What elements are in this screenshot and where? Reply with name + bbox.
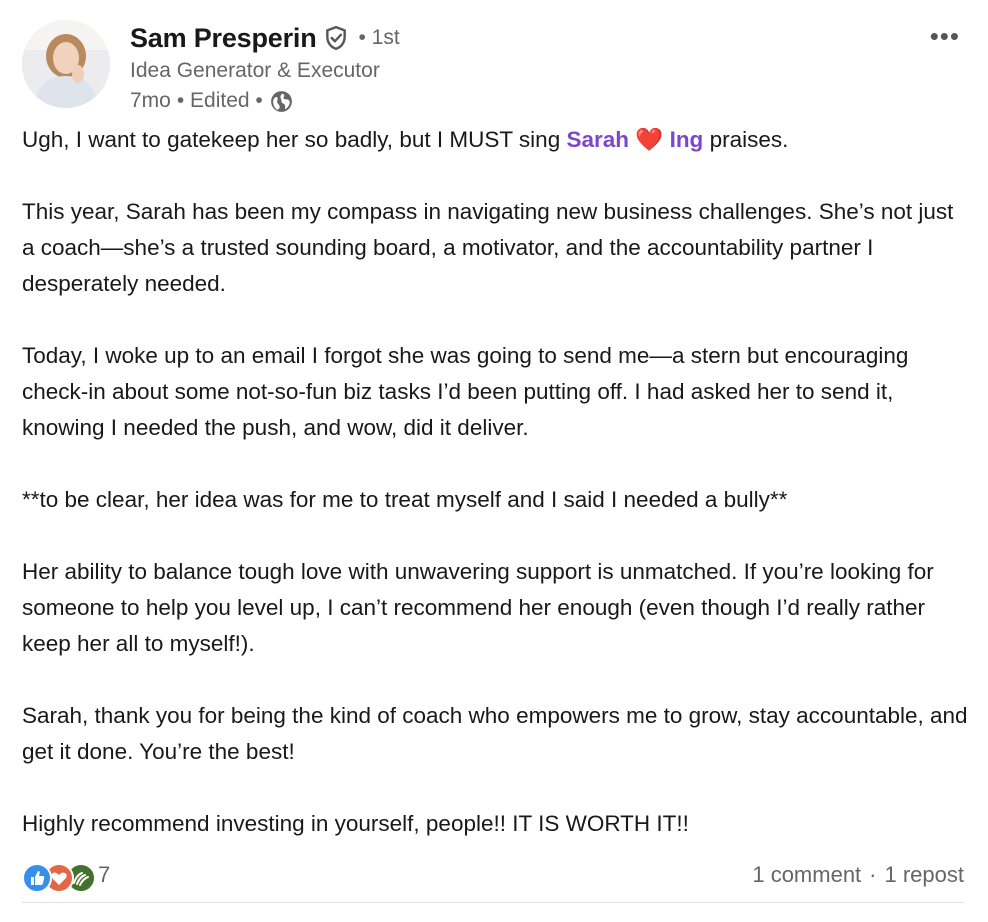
post-paragraph: This year, Sarah has been my compass in … — [22, 199, 954, 296]
post-paragraph: Today, I woke up to an email I forgot sh… — [22, 343, 909, 440]
post-paragraph: Her ability to balance tough love with u… — [22, 559, 934, 656]
reaction-icons — [22, 861, 96, 893]
post-paragraph: **to be clear, her idea was for me to tr… — [22, 487, 788, 512]
author-name-row: Sam Presperin • 1st — [130, 20, 400, 56]
post-intro: Ugh, I want to gatekeep her so badly, bu… — [22, 122, 968, 158]
social-counts-bar: 7 1 comment · 1 repost — [22, 858, 964, 893]
reactions-summary[interactable]: 7 — [22, 861, 111, 893]
author-avatar[interactable] — [22, 20, 110, 108]
engagement-counts: 1 comment · 1 repost — [752, 862, 964, 888]
heart-emoji: ❤️ — [635, 127, 664, 152]
intro-before: Ugh, I want to gatekeep her so badly, bu… — [22, 127, 567, 152]
post-timestamp-row: 7mo • Edited • — [130, 86, 400, 116]
post-paragraph: Highly recommend investing in yourself, … — [22, 811, 689, 836]
intro-after: praises. — [703, 127, 789, 152]
shield-check-icon — [323, 25, 349, 51]
author-name[interactable]: Sam Presperin — [130, 23, 317, 54]
more-horizontal-icon[interactable]: ••• — [930, 23, 960, 49]
divider — [22, 902, 964, 903]
mention-last-name: Ing — [669, 127, 704, 152]
author-headline: Idea Generator & Executor — [130, 59, 380, 82]
separator-dot: · — [869, 862, 877, 887]
connection-degree: • 1st — [358, 26, 400, 49]
post-body: Ugh, I want to gatekeep her so badly, bu… — [22, 122, 968, 842]
globe-icon — [269, 89, 294, 114]
mention-link[interactable]: Sarah ❤️ Ing — [566, 127, 703, 152]
like-icon — [22, 863, 52, 893]
author-meta: Sam Presperin • 1st Idea Generator & Exe… — [130, 20, 400, 116]
mention-first-name: Sarah — [566, 127, 630, 152]
reposts-count-link[interactable]: 1 repost — [885, 862, 965, 888]
post-paragraph: Sarah, thank you for being the kind of c… — [22, 703, 968, 764]
edited-label: • Edited • — [176, 89, 263, 112]
comments-count-link[interactable]: 1 comment — [752, 862, 861, 888]
reaction-count: 7 — [98, 862, 111, 887]
post-header: Sam Presperin • 1st Idea Generator & Exe… — [22, 20, 968, 112]
post-time: 7mo — [130, 89, 171, 112]
